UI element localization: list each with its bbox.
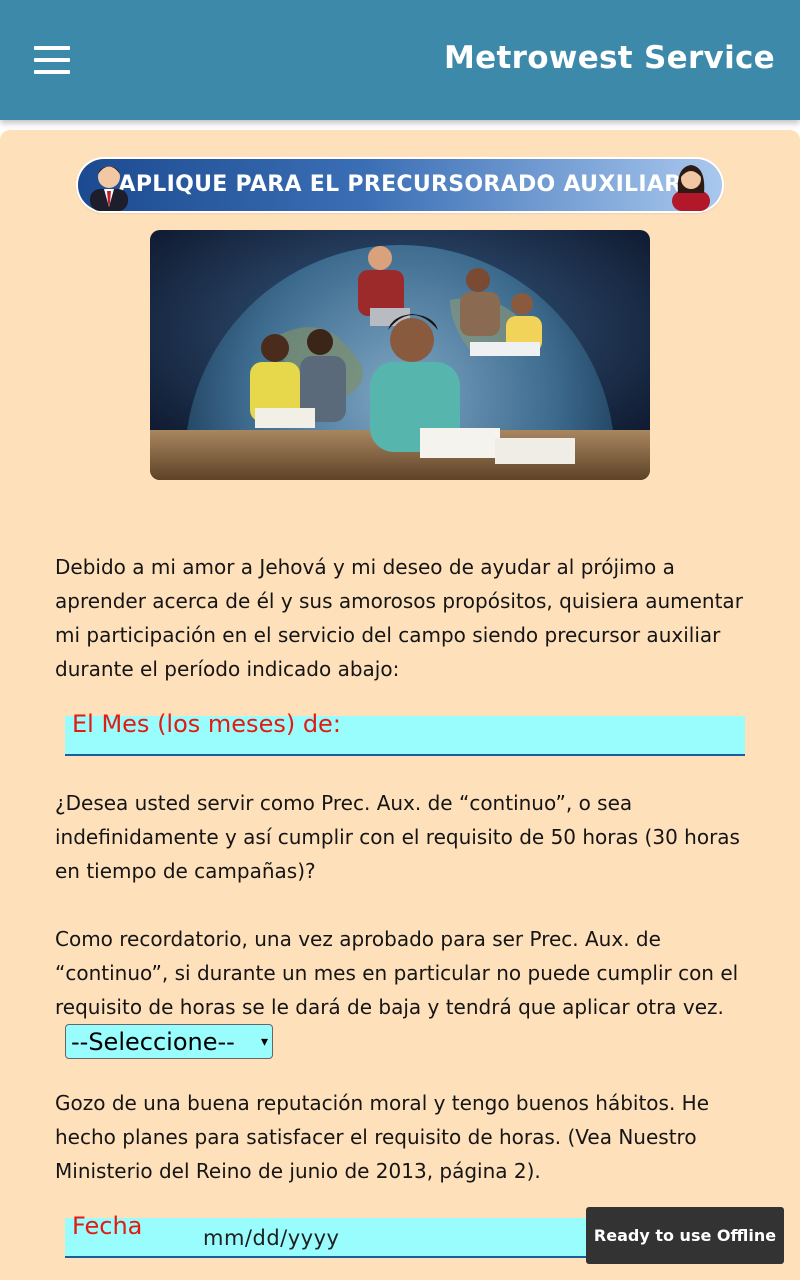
reminder-paragraph: Como recordatorio, una vez aprobado para… xyxy=(55,927,739,1019)
app-header: Metrowest Service xyxy=(0,0,800,120)
man-avatar-icon xyxy=(90,166,128,211)
continuous-question: ¿Desea usted servir como Prec. Aux. de “… xyxy=(55,791,740,883)
hero-image xyxy=(150,230,650,480)
offline-toast: Ready to use Offline xyxy=(586,1207,784,1264)
months-label: El Mes (los meses) de: xyxy=(72,710,341,738)
date-input[interactable]: mm/dd/yyyy xyxy=(203,1226,339,1250)
chevron-down-icon: ▾ xyxy=(260,1034,268,1050)
select-value: --Seleccione-- xyxy=(71,1028,235,1056)
intro-paragraph: Debido a mi amor a Jehová y mi deseo de … xyxy=(55,555,743,681)
banner-text: APLIQUE PARA EL PRECURSORADO AUXILIAR xyxy=(118,172,682,197)
continuous-select[interactable]: --Seleccione-- ▾ xyxy=(65,1024,273,1059)
auxiliary-pioneer-banner[interactable]: APLIQUE PARA EL PRECURSORADO AUXILIAR xyxy=(78,159,722,211)
woman-avatar-icon xyxy=(672,165,710,211)
hamburger-menu-icon[interactable] xyxy=(30,42,74,78)
date-label: Fecha xyxy=(72,1212,143,1240)
months-field[interactable]: El Mes (los meses) de: xyxy=(65,710,745,756)
declaration-paragraph: Gozo de una buena reputación moral y ten… xyxy=(55,1091,710,1183)
app-title: Metrowest Service xyxy=(444,40,775,76)
